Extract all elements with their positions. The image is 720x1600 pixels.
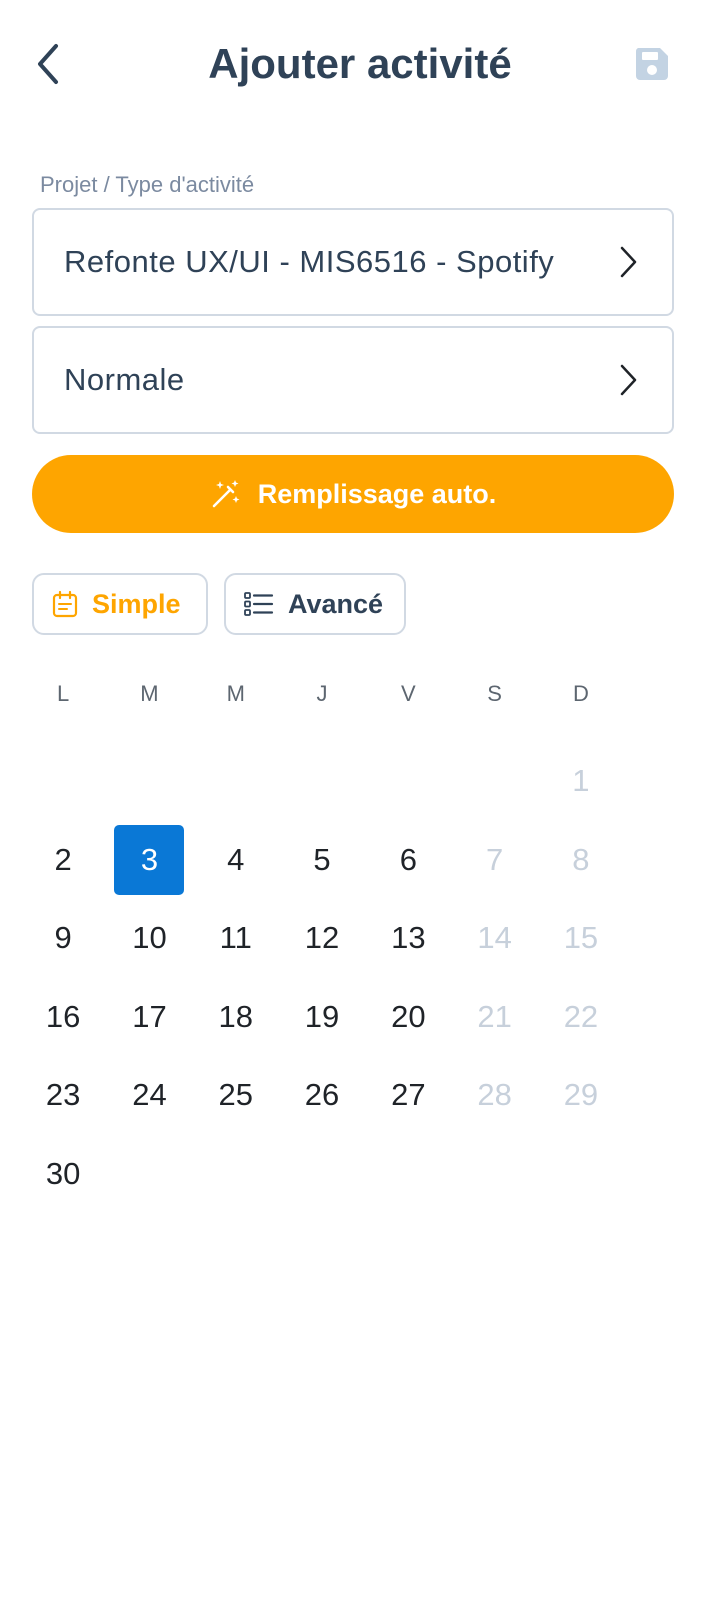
calendar-day[interactable]: 15 [538, 899, 624, 978]
calendar-day-number: 4 [227, 841, 245, 877]
weekday-label: D [572, 681, 589, 706]
calendar-day-number: 26 [304, 1077, 340, 1113]
calendar-day-number: 29 [563, 1077, 599, 1113]
project-field-label: Projet / Type d'activité [40, 172, 255, 197]
mode-simple-button[interactable]: Simple [32, 573, 208, 635]
project-select[interactable]: Refonte UX/UI - MIS6516 - Spotify [32, 208, 674, 316]
calendar-day[interactable]: 6 [365, 821, 451, 900]
calendar-day[interactable]: 11 [193, 899, 279, 978]
calendar-day[interactable]: 19 [279, 978, 365, 1057]
weekday-label: J [316, 681, 328, 706]
calendar-day-number: 23 [45, 1077, 81, 1113]
calendar-day-number: 30 [45, 1155, 81, 1191]
calendar-day-number: 2 [54, 841, 72, 877]
calendar-day[interactable]: 24 [106, 1056, 192, 1135]
calendar-day-number: 27 [391, 1077, 426, 1113]
calendar-day-number: 21 [477, 998, 512, 1034]
calendar-day-number: 28 [477, 1077, 512, 1113]
calendar-day-number: 19 [304, 998, 340, 1034]
calendar-day-number: 8 [572, 841, 590, 877]
calendar-empty-cell [106, 742, 192, 821]
calendar-day[interactable]: 26 [279, 1056, 365, 1135]
calendar-day[interactable]: 7 [451, 821, 537, 900]
mode-advanced-label: Avancé [288, 588, 384, 619]
mode-advanced-button[interactable]: Avancé [224, 573, 406, 635]
save-button[interactable] [632, 44, 672, 84]
weekday-label: M [226, 681, 245, 706]
weekday-label: V [400, 681, 416, 706]
calendar-day-number: 16 [45, 998, 81, 1034]
activity-type-select[interactable]: Normale [32, 326, 674, 434]
calendar-day-number: 17 [132, 998, 167, 1034]
calendar-day[interactable]: 14 [451, 899, 537, 978]
calendar-day[interactable]: 2 [20, 821, 106, 900]
calendar-day-number: 14 [477, 920, 512, 956]
calendar-weekdays: L M M J V S D [20, 660, 624, 728]
calendar-day[interactable]: 20 [365, 978, 451, 1057]
calendar-day[interactable]: 16 [20, 978, 106, 1057]
calendar-day-number: 10 [132, 920, 167, 956]
project-select-value: Refonte UX/UI - MIS6516 - Spotify [64, 244, 555, 279]
calendar-day[interactable]: 5 [279, 821, 365, 900]
calendar-day[interactable]: 8 [538, 821, 624, 900]
calendar-day[interactable]: 30 [20, 1135, 106, 1214]
calendar-empty-cell [193, 742, 279, 821]
auto-fill-button[interactable]: Remplissage auto. [32, 455, 674, 533]
activity-type-value: Normale [64, 362, 185, 397]
calendar-day-number: 7 [486, 841, 504, 877]
calendar-empty-cell [279, 742, 365, 821]
calendar-day[interactable]: 3 [106, 821, 192, 900]
calendar-day[interactable]: 29 [538, 1056, 624, 1135]
calendar-day[interactable]: 10 [106, 899, 192, 978]
calendar: L M M J V S D 1 2 3 4 5 6 7 8 9 10 11 12 13 14 15 16 17 1… [20, 660, 624, 1213]
calendar-day-number: 6 [399, 841, 417, 877]
calendar-day[interactable]: 18 [193, 978, 279, 1057]
calendar-day[interactable]: 13 [365, 899, 451, 978]
calendar-day-number: 9 [54, 920, 72, 956]
calendar-empty-cell [451, 742, 537, 821]
calendar-day-number: 1 [572, 763, 590, 799]
calendar-day[interactable]: 12 [279, 899, 365, 978]
save-icon [635, 48, 668, 80]
calendar-day-number: 3 [114, 824, 185, 895]
calendar-day[interactable]: 23 [20, 1056, 106, 1135]
weekday-label: S [487, 681, 502, 706]
calendar-day[interactable]: 28 [451, 1056, 537, 1135]
calendar-day-number: 20 [391, 998, 426, 1034]
calendar-day-number: 22 [563, 998, 599, 1034]
weekday-label: M [140, 681, 159, 706]
calendar-empty-cell [20, 742, 106, 821]
magic-wand-icon [212, 480, 240, 508]
calendar-days-grid: 1 2 3 4 5 6 7 8 9 10 11 12 13 14 15 16 17 18 19 20 21 22 23 24 2… [20, 742, 624, 1213]
calendar-icon [52, 590, 78, 618]
calendar-day[interactable]: 4 [193, 821, 279, 900]
weekday-label: L [57, 681, 70, 706]
calendar-day-number: 15 [563, 920, 599, 956]
calendar-day-number: 12 [304, 920, 340, 956]
calendar-day-number: 13 [391, 920, 426, 956]
calendar-day[interactable]: 27 [365, 1056, 451, 1135]
calendar-day[interactable]: 17 [106, 978, 192, 1057]
calendar-day-number: 24 [132, 1077, 167, 1113]
mode-simple-label: Simple [92, 588, 181, 619]
calendar-empty-cell [365, 742, 451, 821]
app-header: Ajouter activité [0, 0, 720, 130]
calendar-day[interactable]: 21 [451, 978, 537, 1057]
calendar-day-number: 11 [219, 920, 252, 956]
chevron-right-icon [616, 362, 640, 398]
calendar-day-number: 25 [218, 1077, 253, 1113]
list-icon [244, 592, 274, 616]
auto-fill-label: Remplissage auto. [257, 478, 497, 509]
calendar-day-number: 18 [218, 998, 253, 1034]
calendar-day[interactable]: 9 [20, 899, 106, 978]
calendar-day[interactable]: 25 [193, 1056, 279, 1135]
calendar-day[interactable]: 1 [538, 742, 624, 821]
page-title: Ajouter activité [208, 40, 512, 87]
calendar-day[interactable]: 22 [538, 978, 624, 1057]
calendar-day-number: 5 [313, 841, 331, 877]
chevron-right-icon [616, 244, 640, 280]
